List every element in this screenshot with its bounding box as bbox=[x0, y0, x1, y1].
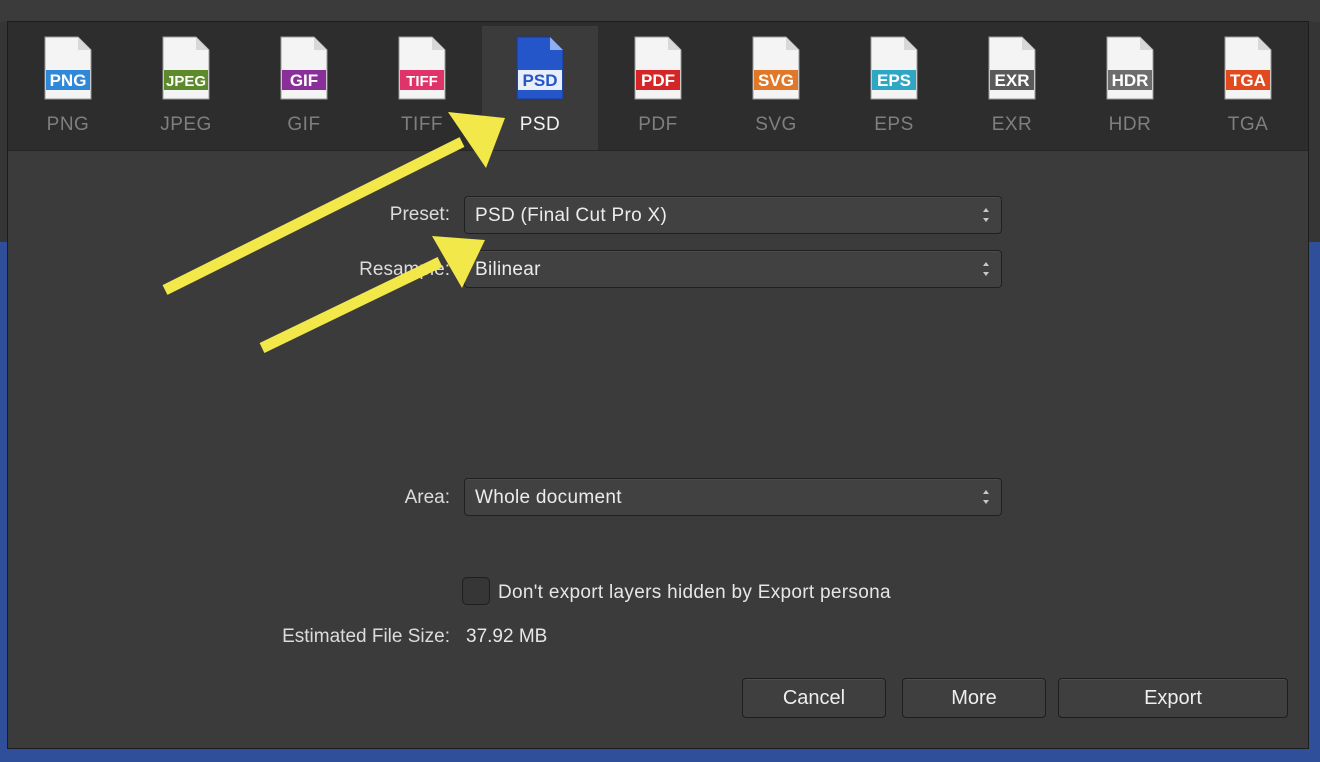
format-label: HDR bbox=[1108, 114, 1152, 135]
format-label: SVG bbox=[755, 114, 797, 135]
stepper-arrows-icon bbox=[983, 262, 989, 276]
resample-value: Bilinear bbox=[475, 259, 541, 280]
file-badge-text: JPEG bbox=[166, 73, 206, 90]
format-label: TIFF bbox=[400, 114, 444, 135]
format-hdr-button[interactable]: HDR HDR bbox=[1072, 26, 1188, 150]
file-badge-text: EPS bbox=[877, 71, 911, 90]
hidden-layers-checkbox[interactable] bbox=[462, 577, 490, 605]
format-label: GIF bbox=[287, 114, 321, 135]
file-badge-text: GIF bbox=[290, 71, 318, 90]
format-gif-button[interactable]: GIF GIF bbox=[246, 26, 362, 150]
format-exr-button[interactable]: EXR EXR bbox=[954, 26, 1070, 150]
resample-select[interactable]: Bilinear bbox=[464, 250, 1002, 288]
file-badge-text: TIFF bbox=[406, 73, 438, 90]
export-button[interactable]: Export bbox=[1058, 678, 1288, 718]
stepper-arrows-icon bbox=[983, 208, 989, 222]
file-hdr-icon: HDR bbox=[1106, 36, 1154, 100]
format-toolbar: PNG PNG JPEG JPEG GIF GIF TIFF TIFF PSD PSD PDF PDF… bbox=[8, 22, 1308, 151]
resample-label: Resample: bbox=[359, 259, 450, 280]
format-label: PDF bbox=[638, 114, 678, 135]
format-jpeg-button[interactable]: JPEG JPEG bbox=[128, 26, 244, 150]
format-tga-button[interactable]: TGA TGA bbox=[1190, 26, 1306, 150]
file-exr-icon: EXR bbox=[988, 36, 1036, 100]
export-dialog: PNG PNG JPEG JPEG GIF GIF TIFF TIFF PSD PSD PDF PDF… bbox=[8, 22, 1308, 748]
stepper-arrows-icon bbox=[983, 490, 989, 504]
file-badge-text: HDR bbox=[1112, 71, 1149, 90]
format-label: PNG bbox=[46, 114, 90, 135]
format-label: EPS bbox=[874, 114, 914, 135]
filesize-label: Estimated File Size: bbox=[282, 626, 450, 647]
file-png-icon: PNG bbox=[44, 36, 92, 100]
file-tiff-icon: TIFF bbox=[398, 36, 446, 100]
preset-value: PSD (Final Cut Pro X) bbox=[475, 205, 668, 226]
file-tga-icon: TGA bbox=[1224, 36, 1272, 100]
format-label: EXR bbox=[991, 114, 1033, 135]
file-psd-icon: PSD bbox=[516, 36, 564, 100]
format-svg-button[interactable]: SVG SVG bbox=[718, 26, 834, 150]
file-pdf-icon: PDF bbox=[634, 36, 682, 100]
file-svg-icon: SVG bbox=[752, 36, 800, 100]
area-value: Whole document bbox=[475, 487, 622, 508]
file-badge-text: PNG bbox=[50, 71, 87, 90]
filesize-value: 37.92 MB bbox=[466, 626, 548, 647]
format-pdf-button[interactable]: PDF PDF bbox=[600, 26, 716, 150]
format-label: TGA bbox=[1227, 114, 1269, 135]
background-titlebar bbox=[0, 0, 1320, 22]
area-select[interactable]: Whole document bbox=[464, 478, 1002, 516]
hidden-layers-label[interactable]: Don't export layers hidden by Export per… bbox=[498, 582, 891, 604]
file-jpeg-icon: JPEG bbox=[162, 36, 210, 100]
format-tiff-button[interactable]: TIFF TIFF bbox=[364, 26, 480, 150]
preset-label: Preset: bbox=[389, 204, 450, 225]
format-label: JPEG bbox=[160, 114, 212, 135]
screen: PNG PNG JPEG JPEG GIF GIF TIFF TIFF PSD PSD PDF PDF… bbox=[0, 0, 1320, 762]
format-label: PSD bbox=[519, 114, 561, 135]
file-badge-text: SVG bbox=[758, 71, 794, 90]
file-eps-icon: EPS bbox=[870, 36, 918, 100]
preset-select[interactable]: PSD (Final Cut Pro X) bbox=[464, 196, 1002, 234]
more-button[interactable]: More bbox=[902, 678, 1046, 718]
file-badge-text: PDF bbox=[641, 71, 675, 90]
area-label: Area: bbox=[404, 487, 450, 508]
format-png-button[interactable]: PNG PNG bbox=[10, 26, 126, 150]
file-badge-text: PSD bbox=[523, 71, 558, 90]
file-badge-text: EXR bbox=[995, 71, 1030, 90]
cancel-button[interactable]: Cancel bbox=[742, 678, 886, 718]
format-psd-button[interactable]: PSD PSD bbox=[482, 26, 598, 150]
file-gif-icon: GIF bbox=[280, 36, 328, 100]
format-eps-button[interactable]: EPS EPS bbox=[836, 26, 952, 150]
file-badge-text: TGA bbox=[1230, 71, 1266, 90]
